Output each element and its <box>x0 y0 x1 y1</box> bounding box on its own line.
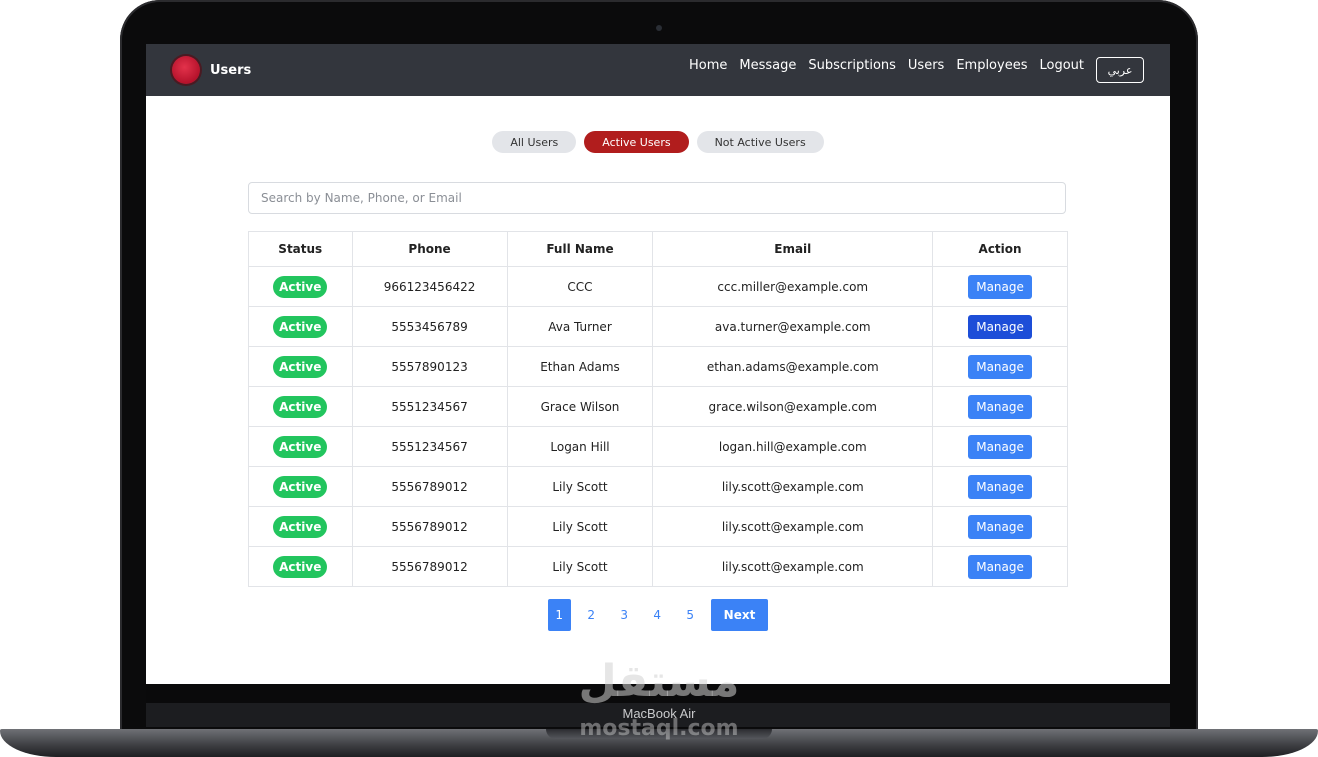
name-cell: Lily Scott <box>506 466 654 507</box>
status-cell: Active <box>248 266 353 307</box>
name-cell: Lily Scott <box>506 546 654 587</box>
action-cell: Manage <box>932 346 1068 387</box>
table-row: Active 966123456422 CCC ccc.miller@examp… <box>248 266 1068 307</box>
table-row: Active 5551234567 Logan Hill logan.hill@… <box>248 426 1068 467</box>
email-cell: grace.wilson@example.com <box>652 386 934 427</box>
status-cell: Active <box>248 546 353 587</box>
manage-button[interactable]: Manage <box>968 474 1032 499</box>
manage-button[interactable]: Manage <box>968 394 1032 419</box>
table-row: Active 5556789012 Lily Scott lily.scott@… <box>248 506 1068 547</box>
table-header-row: Status Phone Full Name Email Action <box>248 231 1068 267</box>
manage-button[interactable]: Manage <box>968 274 1032 299</box>
email-cell: lily.scott@example.com <box>652 506 934 547</box>
status-cell: Active <box>248 506 353 547</box>
header-phone[interactable]: Phone <box>351 231 508 267</box>
manage-button[interactable]: Manage <box>968 354 1032 379</box>
email-cell: ccc.miller@example.com <box>652 266 934 307</box>
action-cell: Manage <box>932 426 1068 467</box>
page-1-button[interactable]: 1 <box>547 599 571 631</box>
email-cell: ava.turner@example.com <box>652 306 934 347</box>
name-cell: Ethan Adams <box>506 346 654 387</box>
tab-not-active-users[interactable]: Not Active Users <box>696 131 824 153</box>
phone-cell: 966123456422 <box>351 266 508 307</box>
status-cell: Active <box>248 346 353 387</box>
email-cell: ethan.adams@example.com <box>652 346 934 387</box>
status-cell: Active <box>248 466 353 507</box>
email-cell: lily.scott@example.com <box>652 546 934 587</box>
action-cell: Manage <box>932 266 1068 307</box>
table-row: Active 5557890123 Ethan Adams ethan.adam… <box>248 346 1068 387</box>
status-cell: Active <box>248 306 353 347</box>
manage-button[interactable]: Manage <box>968 434 1032 459</box>
nav-users[interactable]: Users <box>908 58 944 73</box>
email-cell: logan.hill@example.com <box>652 426 934 467</box>
status-badge: Active <box>273 275 328 298</box>
status-badge: Active <box>273 515 328 538</box>
laptop-screen: Users Home Message Subscriptions Users E… <box>146 44 1170 684</box>
action-cell: Manage <box>932 306 1068 347</box>
email-cell: lily.scott@example.com <box>652 466 934 507</box>
status-badge: Active <box>273 435 328 458</box>
brand-logo-icon <box>172 56 200 84</box>
header-status[interactable]: Status <box>248 231 353 267</box>
nav-logout[interactable]: Logout <box>1039 58 1084 73</box>
watermark-arabic: مستقل <box>578 656 740 707</box>
manage-button[interactable]: Manage <box>968 314 1032 339</box>
brand[interactable]: Users <box>172 56 251 84</box>
name-cell: CCC <box>506 266 654 307</box>
search-input[interactable] <box>248 182 1066 214</box>
tab-all-users[interactable]: All Users <box>492 131 577 153</box>
table-row: Active 5556789012 Lily Scott lily.scott@… <box>248 466 1068 507</box>
phone-cell: 5556789012 <box>351 506 508 547</box>
language-toggle-button[interactable]: عربي <box>1096 57 1144 83</box>
nav-links: Home Message Subscriptions Users Employe… <box>689 58 1084 73</box>
manage-button[interactable]: Manage <box>968 514 1032 539</box>
nav-subscriptions[interactable]: Subscriptions <box>808 58 896 73</box>
name-cell: Logan Hill <box>506 426 654 467</box>
status-badge: Active <box>273 555 328 578</box>
status-cell: Active <box>248 426 353 467</box>
header-action: Action <box>932 231 1068 267</box>
pagination: 1 2 3 4 5 Next <box>146 599 1170 631</box>
name-cell: Grace Wilson <box>506 386 654 427</box>
nav-message[interactable]: Message <box>739 58 796 73</box>
top-navbar: Users Home Message Subscriptions Users E… <box>146 44 1170 96</box>
status-badge: Active <box>273 475 328 498</box>
name-cell: Ava Turner <box>506 306 654 347</box>
phone-cell: 5551234567 <box>351 426 508 467</box>
page-2-button[interactable]: 2 <box>575 599 608 631</box>
header-full-name[interactable]: Full Name <box>506 231 654 267</box>
user-filter-tabs: All Users Active Users Not Active Users <box>146 131 1170 153</box>
users-table: Status Phone Full Name Email Action Acti… <box>248 231 1068 587</box>
camera-icon <box>656 25 662 31</box>
table-row: Active 5551234567 Grace Wilson grace.wil… <box>248 386 1068 427</box>
tab-active-users[interactable]: Active Users <box>584 131 689 153</box>
action-cell: Manage <box>932 506 1068 547</box>
action-cell: Manage <box>932 466 1068 507</box>
status-cell: Active <box>248 386 353 427</box>
nav-home[interactable]: Home <box>689 58 727 73</box>
status-badge: Active <box>273 315 328 338</box>
phone-cell: 5551234567 <box>351 386 508 427</box>
page-3-button[interactable]: 3 <box>608 599 641 631</box>
next-page-button[interactable]: Next <box>710 599 769 631</box>
table-row: Active 5553456789 Ava Turner ava.turner@… <box>248 306 1068 347</box>
status-badge: Active <box>273 355 328 378</box>
status-badge: Active <box>273 395 328 418</box>
table-row: Active 5556789012 Lily Scott lily.scott@… <box>248 546 1068 587</box>
phone-cell: 5557890123 <box>351 346 508 387</box>
name-cell: Lily Scott <box>506 506 654 547</box>
page-title: Users <box>210 62 252 78</box>
header-email[interactable]: Email <box>652 231 934 267</box>
manage-button[interactable]: Manage <box>968 554 1032 579</box>
phone-cell: 5556789012 <box>351 466 508 507</box>
page-4-button[interactable]: 4 <box>641 599 674 631</box>
nav-employees[interactable]: Employees <box>956 58 1027 73</box>
action-cell: Manage <box>932 386 1068 427</box>
phone-cell: 5556789012 <box>351 546 508 587</box>
page-5-button[interactable]: 5 <box>674 599 707 631</box>
action-cell: Manage <box>932 546 1068 587</box>
watermark-domain: mostaql.com <box>579 716 739 741</box>
phone-cell: 5553456789 <box>351 306 508 347</box>
